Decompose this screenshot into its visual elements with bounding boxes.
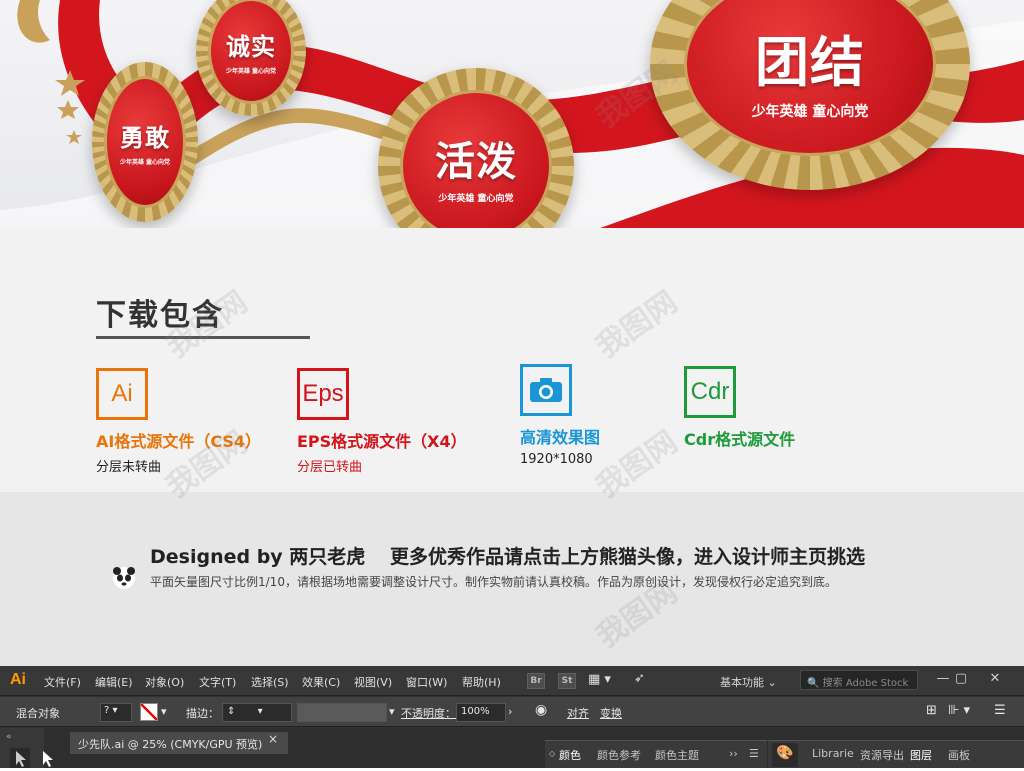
gpu-rocket-icon[interactable]: ➶ bbox=[634, 671, 645, 686]
file-eps: Eps EPS格式源文件（X4） 分层已转曲 bbox=[297, 368, 467, 475]
file-name: Cdr格式源文件 bbox=[684, 430, 796, 449]
search-placeholder: 搜索 Adobe Stock bbox=[822, 678, 909, 689]
file-image: 高清效果图 1920*1080 bbox=[520, 364, 600, 467]
medal-slogan: 少年英雄 童心向党 bbox=[119, 159, 171, 166]
panel-menu-icon[interactable]: ☰ bbox=[994, 703, 1006, 718]
menu-effect[interactable]: 效果(C) bbox=[302, 674, 340, 690]
tab-layers[interactable]: 图层 bbox=[910, 747, 932, 763]
medal-title: 活泼 bbox=[435, 138, 517, 185]
medal-slogan: 少年英雄 童心向党 bbox=[225, 68, 277, 75]
ai-file-icon: Ai bbox=[96, 368, 148, 420]
tools-panel: « bbox=[0, 728, 53, 768]
tab-color-themes[interactable]: 颜色主题 bbox=[655, 747, 699, 763]
file-name: EPS格式源文件（X4） bbox=[297, 432, 467, 451]
close-button[interactable]: ✕ bbox=[980, 668, 1010, 688]
layers-panel: 🎨 Librarie 资源导出 图层 画板 bbox=[768, 740, 1024, 768]
menu-select[interactable]: 选择(S) bbox=[251, 674, 289, 690]
downloads-section: 下载包含 Ai AI格式源文件（CS4） 分层未转曲 Eps EPS格式源文件（… bbox=[0, 228, 1024, 492]
file-note: 分层未转曲 bbox=[96, 460, 162, 475]
workspace-switcher[interactable]: 基本功能 ⌄ bbox=[720, 674, 777, 690]
hero-banner: 勇敢 少年英雄 童心向党 诚实 少年英雄 童心向党 活泼 少年英雄 童心向党 团… bbox=[0, 0, 1024, 228]
document-tab[interactable]: 少先队.ai @ 25% (CMYK/GPU 预览) bbox=[70, 732, 288, 754]
file-name: AI格式源文件（CS4） bbox=[96, 432, 262, 451]
stroke-weight-field[interactable]: ⇕ ▾ bbox=[222, 703, 292, 722]
menu-object[interactable]: 对象(O) bbox=[145, 674, 184, 690]
opacity-field[interactable]: 100% bbox=[456, 703, 506, 722]
restore-button[interactable]: ▢ bbox=[946, 668, 976, 688]
title-underline bbox=[96, 336, 310, 339]
tab-color-guide[interactable]: 颜色参考 bbox=[597, 747, 641, 763]
medal-title: 勇敢 bbox=[120, 124, 170, 152]
color-panel: ◇ 颜色 颜色参考 颜色主题 ›› ☰ bbox=[545, 740, 767, 768]
panel-options-icon[interactable]: ☰ bbox=[749, 747, 759, 760]
stroke-label: 描边： bbox=[186, 707, 219, 720]
close-document-icon[interactable]: × bbox=[268, 732, 278, 746]
selection-tool-icon[interactable] bbox=[10, 748, 30, 768]
medal-brave: 勇敢 少年英雄 童心向党 bbox=[92, 62, 198, 222]
tab-asset-export[interactable]: 资源导出 bbox=[860, 747, 904, 763]
collapse-panel-icon[interactable]: ◇ bbox=[549, 749, 555, 758]
menu-view[interactable]: 视图(V) bbox=[354, 674, 392, 690]
collapse-tools-icon[interactable]: « bbox=[6, 732, 12, 742]
illustrator-logo: Ai bbox=[10, 671, 26, 688]
menu-help[interactable]: 帮助(H) bbox=[462, 674, 501, 690]
medal-slogan: 少年英雄 童心向党 bbox=[438, 193, 514, 204]
cdr-file-icon: Cdr bbox=[684, 366, 736, 418]
fill-color-picker[interactable]: ? ▾ bbox=[100, 703, 132, 722]
menu-type[interactable]: 文字(T) bbox=[199, 674, 236, 690]
medal-title: 诚实 bbox=[226, 33, 276, 61]
isolate-icon[interactable]: ⊞ bbox=[926, 703, 937, 718]
designer-credit: Designed by 两只老虎 bbox=[150, 546, 366, 568]
camera-icon bbox=[520, 364, 572, 416]
align-button[interactable]: 对齐 bbox=[567, 705, 589, 721]
file-cdr: Cdr Cdr格式源文件 bbox=[684, 366, 795, 450]
menu-bar: Ai 文件(F) 编辑(E) 对象(O) 文字(T) 选择(S) 效果(C) 视… bbox=[0, 666, 1024, 696]
stroke-dropdown-icon[interactable]: ▾ bbox=[161, 705, 167, 718]
stroke-color-swatch[interactable] bbox=[140, 703, 158, 721]
illustrator-window: Ai 文件(F) 编辑(E) 对象(O) 文字(T) 选择(S) 效果(C) 视… bbox=[0, 666, 1024, 768]
menu-window[interactable]: 窗口(W) bbox=[406, 674, 447, 690]
control-bar: 混合对象 ? ▾ ▾ 描边： ⇕ ▾ ▾ 不透明度： 100% › ◉ 对齐 变… bbox=[0, 697, 1024, 727]
workspace-label: 基本功能 bbox=[720, 676, 764, 689]
file-name: 高清效果图 bbox=[520, 428, 601, 447]
opacity-label[interactable]: 不透明度： bbox=[401, 705, 456, 721]
designer-note: 平面矢量图尺寸比例1/10，请根据场地需要调整设计尺寸。制作实物前请认真校稿。作… bbox=[150, 575, 837, 589]
document-area: « 少先队.ai @ 25% (CMYK/GPU 预览) × ◇ 颜色 颜色参考… bbox=[0, 728, 1024, 768]
file-note: 分层已转曲 bbox=[297, 460, 363, 475]
stock-search-input[interactable]: 🔍 搜索 Adobe Stock bbox=[800, 670, 918, 690]
file-ai: Ai AI格式源文件（CS4） 分层未转曲 bbox=[96, 368, 261, 475]
variable-width-profile[interactable] bbox=[297, 703, 387, 722]
bridge-button[interactable]: Br bbox=[527, 673, 545, 689]
downloads-title: 下载包含 bbox=[96, 298, 224, 333]
more-tabs-icon[interactable]: ›› bbox=[729, 747, 738, 760]
transform-button[interactable]: 变换 bbox=[600, 705, 622, 721]
direct-selection-tool-icon[interactable] bbox=[40, 748, 56, 768]
opacity-arrow-icon[interactable]: › bbox=[508, 705, 512, 718]
arrange-icon[interactable]: ⊪ ▾ bbox=[948, 703, 970, 718]
arrange-documents-icon[interactable]: ▦ ▾ bbox=[588, 672, 611, 687]
medal-slogan: 少年英雄 童心向党 bbox=[751, 103, 869, 120]
brush-dropdown-icon[interactable]: ▾ bbox=[389, 705, 395, 718]
tab-libraries[interactable]: Librarie bbox=[812, 747, 854, 760]
recolor-artwork-icon[interactable]: ◉ bbox=[535, 702, 547, 718]
eps-file-icon: Eps bbox=[297, 368, 349, 420]
menu-file[interactable]: 文件(F) bbox=[44, 674, 81, 690]
stock-button[interactable]: St bbox=[558, 673, 576, 689]
designer-section: Designed by 两只老虎 更多优秀作品请点击上方熊猫头像，进入设计师主页… bbox=[0, 492, 1024, 666]
selection-type: 混合对象 bbox=[16, 707, 60, 720]
tab-color[interactable]: 颜色 bbox=[559, 747, 581, 763]
tab-artboards[interactable]: 画板 bbox=[948, 747, 970, 763]
file-note: 1920*1080 bbox=[520, 452, 593, 467]
medal-title: 团结 bbox=[755, 30, 865, 94]
palette-icon[interactable]: 🎨 bbox=[772, 743, 798, 767]
designer-promo[interactable]: 更多优秀作品请点击上方熊猫头像，进入设计师主页挑选 bbox=[390, 542, 865, 569]
panda-icon[interactable] bbox=[112, 566, 136, 590]
menu-edit[interactable]: 编辑(E) bbox=[95, 674, 133, 690]
